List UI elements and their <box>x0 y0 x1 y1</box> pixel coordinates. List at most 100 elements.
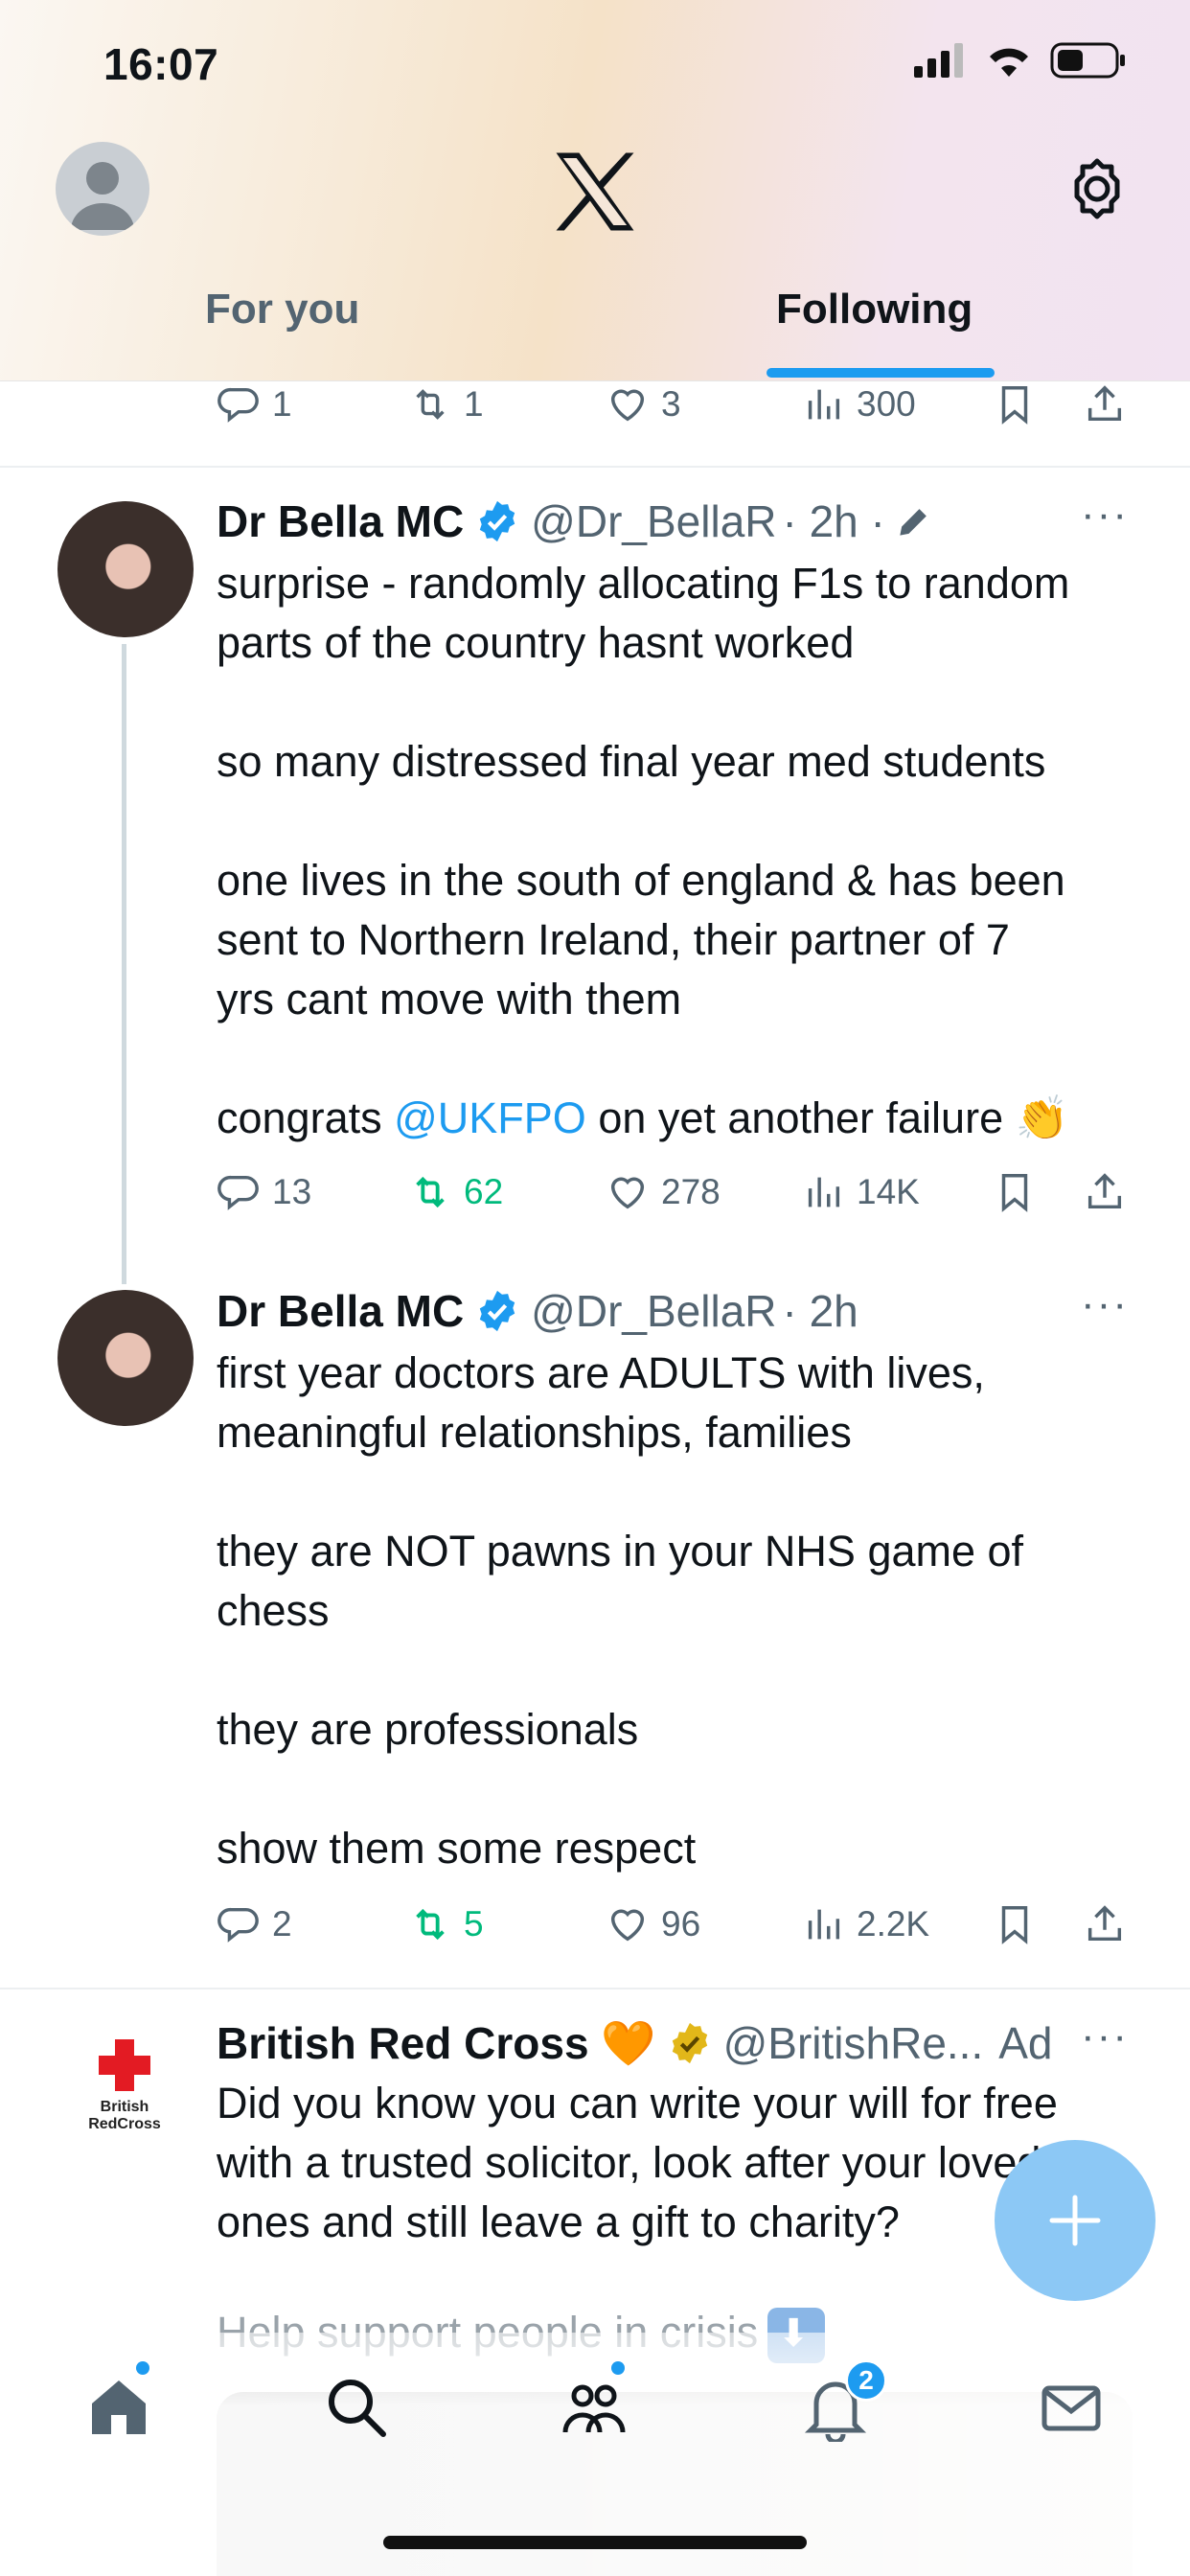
retweet-icon <box>416 1908 445 1941</box>
tweet-time: · 2h · <box>782 496 885 546</box>
views-count: 14K <box>857 1172 920 1211</box>
cellular-signal-icon <box>914 43 963 78</box>
notification-count-badge: 2 <box>845 2359 887 2402</box>
tweet-header: Dr Bella MC @Dr_BellaR · 2h · <box>217 493 935 550</box>
bookmark-button[interactable] <box>993 376 1037 433</box>
reply-icon <box>217 1175 259 1210</box>
author-name[interactable]: British Red Cross 🧡 <box>217 2017 656 2070</box>
compose-tweet-button[interactable] <box>995 2140 1156 2301</box>
tweet-header: Dr Bella MC @Dr_BellaR · 2h <box>217 1282 858 1340</box>
verified-badge-icon <box>479 500 515 542</box>
x-logo-icon <box>556 152 634 231</box>
tweet-action-bar: 13 62 278 14K <box>0 1163 1190 1221</box>
bookmark-icon <box>1001 386 1028 425</box>
top-header: 16:07 For you Following <box>0 0 1190 381</box>
communities-icon[interactable] <box>560 2373 629 2442</box>
bookmark-icon <box>1001 1174 1028 1212</box>
tab-following[interactable]: Following <box>776 286 973 334</box>
reply-button[interactable]: 13 <box>217 1163 311 1221</box>
tab-for-you[interactable]: For you <box>205 286 359 334</box>
reply-count: 1 <box>272 384 292 424</box>
default-avatar-icon <box>71 162 134 230</box>
prev-tweet-action-bar: 1 1 3 300 <box>0 376 1190 433</box>
more-options-icon[interactable]: ··· <box>1081 1280 1129 1328</box>
author-handle[interactable]: @Dr_BellaR <box>531 1285 776 1337</box>
tweet-time: · 2h <box>782 1286 858 1336</box>
views-chart-icon <box>808 389 840 420</box>
retweet-count: 5 <box>464 1904 484 1944</box>
more-options-icon[interactable]: ··· <box>1081 491 1129 539</box>
share-button[interactable] <box>1083 1896 1127 1953</box>
share-icon <box>1087 385 1122 422</box>
views-count: 2.2K <box>857 1904 930 1944</box>
retweet-icon <box>416 1176 445 1208</box>
ad-label: Ad <box>998 2018 1053 2068</box>
logo-text: British RedCross <box>88 2099 161 2132</box>
wifi-icon <box>990 48 1028 77</box>
edited-pencil-icon <box>898 509 930 538</box>
like-button[interactable]: 96 <box>606 1896 700 1953</box>
heart-icon <box>610 1177 645 1209</box>
mention-link[interactable]: @UKFPO <box>394 1093 586 1142</box>
mail-icon[interactable] <box>1037 2373 1106 2442</box>
like-button[interactable]: 278 <box>606 1163 721 1221</box>
tweet-text-main: surprise - randomly allocating F1s to ra… <box>217 559 1070 1142</box>
views-chart-icon <box>808 1177 840 1208</box>
share-button[interactable] <box>1083 376 1127 433</box>
reply-icon <box>217 1907 259 1943</box>
tweet-text-end: on yet another failure 👏 <box>585 1093 1069 1142</box>
home-indicator[interactable] <box>383 2536 807 2549</box>
views-button[interactable]: 300 <box>801 376 916 433</box>
profile-avatar-button[interactable] <box>56 142 149 236</box>
reply-icon <box>217 387 259 423</box>
like-count: 278 <box>661 1172 721 1211</box>
status-time: 16:07 <box>103 39 219 89</box>
bookmark-button[interactable] <box>993 1163 1037 1221</box>
retweet-count: 62 <box>464 1172 504 1211</box>
red-cross-icon <box>99 2039 150 2091</box>
retweet-count: 1 <box>464 384 484 424</box>
views-button[interactable]: 14K <box>801 1163 920 1221</box>
tweet-action-bar: 2 5 96 2.2K <box>0 1896 1190 1953</box>
author-name[interactable]: Dr Bella MC <box>217 495 464 547</box>
heart-icon <box>610 1909 645 1942</box>
heart-icon <box>610 389 645 422</box>
views-chart-icon <box>808 1909 840 1940</box>
share-button[interactable] <box>1083 1163 1127 1221</box>
reply-button[interactable]: 1 <box>217 376 292 433</box>
tweet-text: first year doctors are ADULTS with lives… <box>217 1348 1024 1873</box>
verified-badge-icon <box>479 1290 515 1332</box>
reply-count: 13 <box>272 1172 312 1211</box>
divider <box>0 1988 1190 1990</box>
home-notification-dot <box>136 2361 149 2375</box>
author-avatar[interactable] <box>57 501 194 637</box>
bookmark-button[interactable] <box>993 1896 1037 1953</box>
like-count: 96 <box>661 1904 701 1944</box>
share-icon <box>1087 1905 1122 1942</box>
communities-notification-dot <box>611 2361 625 2375</box>
retweet-button[interactable]: 62 <box>408 1163 503 1221</box>
retweet-button[interactable]: 1 <box>408 376 484 433</box>
views-count: 300 <box>857 384 916 424</box>
views-button[interactable]: 2.2K <box>801 1896 929 1953</box>
more-options-icon[interactable]: ··· <box>1081 2012 1129 2060</box>
tweet-text: surprise - randomly allocating F1s to ra… <box>217 554 1136 1148</box>
like-count: 3 <box>661 384 681 424</box>
home-icon[interactable] <box>84 2373 153 2442</box>
active-tab-indicator <box>767 368 995 378</box>
british-red-cross-logo[interactable]: British RedCross <box>57 2030 192 2154</box>
author-name[interactable]: Dr Bella MC <box>217 1285 464 1337</box>
search-icon[interactable] <box>322 2373 391 2442</box>
author-handle[interactable]: @BritishRe... <box>723 2017 984 2069</box>
reply-button[interactable]: 2 <box>217 1896 292 1953</box>
like-button[interactable]: 3 <box>606 376 681 433</box>
settings-gear-icon[interactable] <box>1064 155 1131 222</box>
author-avatar[interactable] <box>57 1290 194 1426</box>
author-handle[interactable]: @Dr_BellaR <box>531 495 776 547</box>
retweet-button[interactable]: 5 <box>408 1896 484 1953</box>
retweet-icon <box>416 389 445 420</box>
tweet-header: British Red Cross 🧡 @BritishRe... Ad <box>217 2014 1053 2072</box>
divider <box>0 466 1190 468</box>
share-icon <box>1087 1173 1122 1209</box>
status-icons <box>914 42 1127 79</box>
